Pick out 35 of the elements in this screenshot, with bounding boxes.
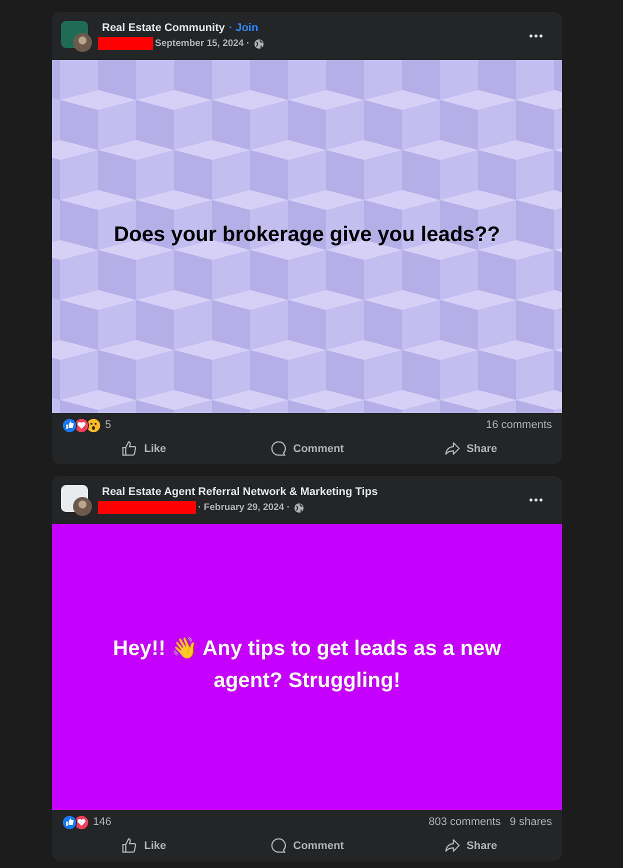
reaction-count[interactable]: 146 [93,816,112,828]
like-button[interactable]: Like [62,437,226,464]
post-date[interactable]: · February 29, 2024 · [198,502,290,513]
share-arrow-icon [444,837,461,854]
join-link[interactable]: · Join [228,22,258,34]
avatar-drawing[interactable] [61,484,92,516]
globe-icon [254,38,264,48]
post-date[interactable]: September 15, 2024 · [155,38,250,49]
share-button[interactable]: Share [388,437,552,464]
reaction-count[interactable]: 5 [105,419,112,431]
thumbs-up-icon [121,837,138,854]
speech-bubble-icon [270,440,288,457]
heart-reaction-icon[interactable] [74,814,89,830]
post-text: Does your brokerage give you leads?? [112,222,502,246]
speech-bubble-icon [270,837,288,854]
engagement-count[interactable]: 9 shares [510,816,552,828]
engagement-count[interactable]: 803 comments [428,816,501,828]
globe-icon [294,502,304,512]
more-icon [529,498,543,502]
like-button[interactable]: Like [62,834,226,861]
engagement-count[interactable]: 16 comments [486,419,552,431]
avatar-drawing[interactable] [61,20,92,52]
share-button[interactable]: Share [388,834,552,861]
like-reaction-icon[interactable] [62,418,77,432]
comment-button[interactable]: Comment [225,834,389,861]
heart-reaction-icon[interactable] [74,418,89,432]
share-arrow-icon [444,440,461,457]
group-name[interactable]: Real Estate Agent Referral Network & Marketing Tips [102,486,378,498]
group-name[interactable]: Real Estate Community [102,22,225,34]
more-icon [529,34,543,38]
post-text: Hey!! 👋 Any tips to get leads as a new agent? Struggling! [112,636,502,694]
wow-reaction-icon[interactable] [86,418,101,432]
like-reaction-icon[interactable] [62,814,77,830]
thumbs-up-icon [121,440,138,457]
comment-button[interactable]: Comment [225,437,389,464]
